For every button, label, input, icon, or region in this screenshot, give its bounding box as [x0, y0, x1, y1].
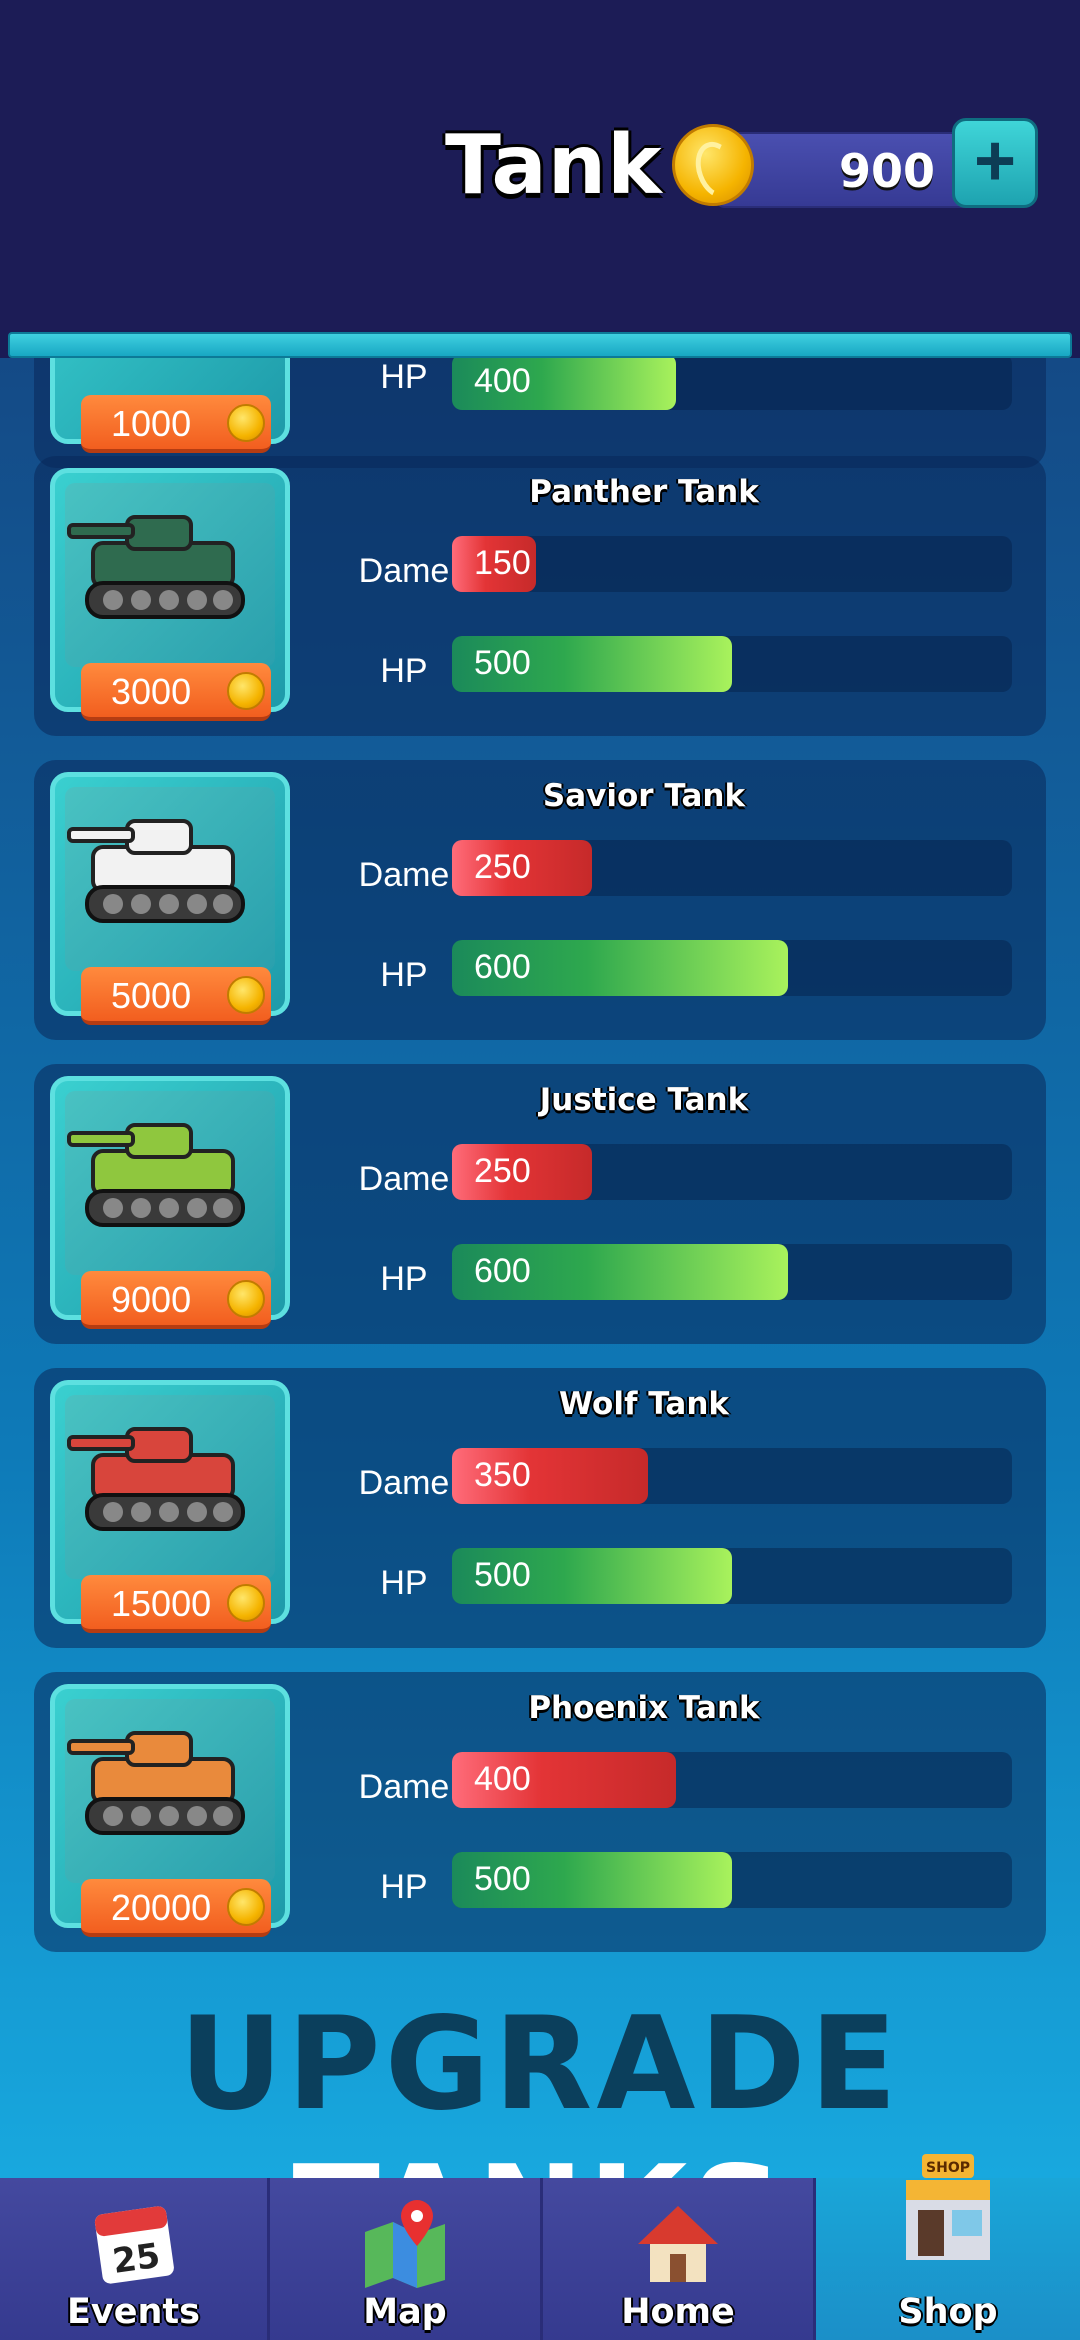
tank-image-frame	[65, 1091, 275, 1275]
dame-value: 350	[474, 1456, 531, 1494]
tank-icon	[67, 1427, 245, 1531]
tank-icon	[67, 819, 245, 923]
tank-thumbnail: 1000	[50, 358, 290, 453]
top-bar: Tank 900 +	[0, 0, 1080, 330]
home-icon	[638, 2206, 718, 2282]
hp-value: 400	[474, 362, 531, 400]
buy-button[interactable]: 9000	[81, 1271, 271, 1329]
nav-shop[interactable]: SHOP Shop	[816, 2154, 1080, 2340]
hp-bar: 600	[452, 940, 1012, 996]
nav-map[interactable]: Map	[270, 2178, 543, 2340]
coin-icon	[227, 1280, 265, 1318]
tank-thumbnail: 5000	[50, 772, 290, 1025]
tank-name: Justice Tank	[539, 1082, 749, 1118]
calendar-icon: 25	[94, 2206, 174, 2284]
hp-value: 500	[474, 1860, 531, 1898]
nav-shop-label: Shop	[898, 2292, 998, 2332]
nav-events[interactable]: 25 Events	[0, 2178, 270, 2340]
tank-image-frame	[65, 787, 275, 971]
dame-value: 400	[474, 1760, 531, 1798]
buy-button[interactable]: 15000	[81, 1575, 271, 1633]
price-label: 15000	[111, 1583, 212, 1624]
calendar-day: 25	[110, 2236, 162, 2282]
dame-bar: 400	[452, 1752, 1012, 1808]
dame-value: 250	[474, 848, 531, 886]
hp-bar: 500	[452, 1548, 1012, 1604]
buy-button[interactable]: 20000	[81, 1879, 271, 1937]
tank-icon	[67, 1731, 245, 1835]
tank-name: Panther Tank	[529, 474, 759, 510]
header-divider	[8, 332, 1072, 358]
hp-value: 600	[474, 1252, 531, 1290]
banner-word-upgrade: UPGRADE	[178, 1990, 902, 2139]
hp-bar: 500	[452, 636, 1012, 692]
tank-card[interactable]: 3000 Panther Tank Dame 150 HP 500	[34, 456, 1046, 736]
coin-count: 900	[838, 144, 935, 198]
hp-bar: 600	[452, 1244, 1012, 1300]
hp-bar: 400	[452, 358, 1012, 410]
nav-events-label: Events	[67, 2292, 200, 2332]
coin-icon	[227, 404, 265, 442]
add-coins-button[interactable]: +	[952, 118, 1038, 208]
tank-name: Phoenix Tank	[528, 1690, 760, 1726]
tank-image-frame	[65, 483, 275, 667]
hp-value: 500	[474, 1556, 531, 1594]
map-icon	[365, 2200, 445, 2288]
buy-button[interactable]: 3000	[81, 663, 271, 721]
price-label: 3000	[111, 671, 192, 712]
hp-value: 500	[474, 644, 531, 682]
price-label: 9000	[111, 1279, 192, 1320]
nav-home[interactable]: Home	[543, 2178, 816, 2340]
dame-value: 150	[474, 544, 531, 582]
dame-bar: 350	[452, 1448, 1012, 1504]
price-label: 20000	[111, 1887, 212, 1928]
coin-icon	[227, 976, 265, 1014]
tank-card-partial: 1000 HP 400	[34, 358, 1046, 468]
shop-sign: SHOP	[926, 2160, 970, 2176]
nav-home-label: Home	[621, 2292, 735, 2332]
tank-card[interactable]: 20000 Phoenix Tank Dame 400 HP 500	[34, 1672, 1046, 1952]
coin-balance: 900	[715, 132, 981, 208]
buy-button[interactable]: 5000	[81, 967, 271, 1025]
coin-icon	[227, 1584, 265, 1622]
tank-icon	[67, 515, 245, 619]
tank-card[interactable]: 5000 Savior Tank Dame 250 HP 600	[34, 760, 1046, 1040]
tank-image-frame	[65, 1699, 275, 1883]
buy-button[interactable]: 1000	[81, 395, 271, 453]
tank-list[interactable]: 1000 HP 400 3000 Panther Tank Dame 150 H…	[0, 358, 1080, 2178]
tank-thumbnail: 3000	[50, 468, 290, 721]
dame-value: 250	[474, 1152, 531, 1190]
dame-bar: 250	[452, 840, 1012, 896]
coin-icon	[227, 1888, 265, 1926]
coin-icon	[672, 124, 754, 206]
coin-icon	[227, 672, 265, 710]
tank-card[interactable]: 15000 Wolf Tank Dame 350 HP 500	[34, 1368, 1046, 1648]
shop-icon: SHOP	[906, 2154, 990, 2260]
dame-bar: 150	[452, 536, 1012, 592]
tank-image-frame	[65, 1395, 275, 1579]
dame-bar: 250	[452, 1144, 1012, 1200]
tank-thumbnail: 20000	[50, 1684, 290, 1937]
tank-name: Savior Tank	[542, 778, 746, 814]
tank-thumbnail: 9000	[50, 1076, 290, 1329]
price-label: 5000	[111, 975, 192, 1016]
tank-card[interactable]: 9000 Justice Tank Dame 250 HP 600	[34, 1064, 1046, 1344]
tank-icon	[67, 1123, 245, 1227]
nav-map-label: Map	[363, 2292, 447, 2332]
tank-thumbnail: 15000	[50, 1380, 290, 1633]
page-title: Tank	[445, 118, 663, 213]
price-label: 1000	[111, 403, 192, 444]
hp-value: 600	[474, 948, 531, 986]
tank-name: Wolf Tank	[558, 1386, 730, 1422]
bottom-nav: 25 Events Map Home SHOP Shop	[0, 2154, 1080, 2340]
hp-bar: 500	[452, 1852, 1012, 1908]
